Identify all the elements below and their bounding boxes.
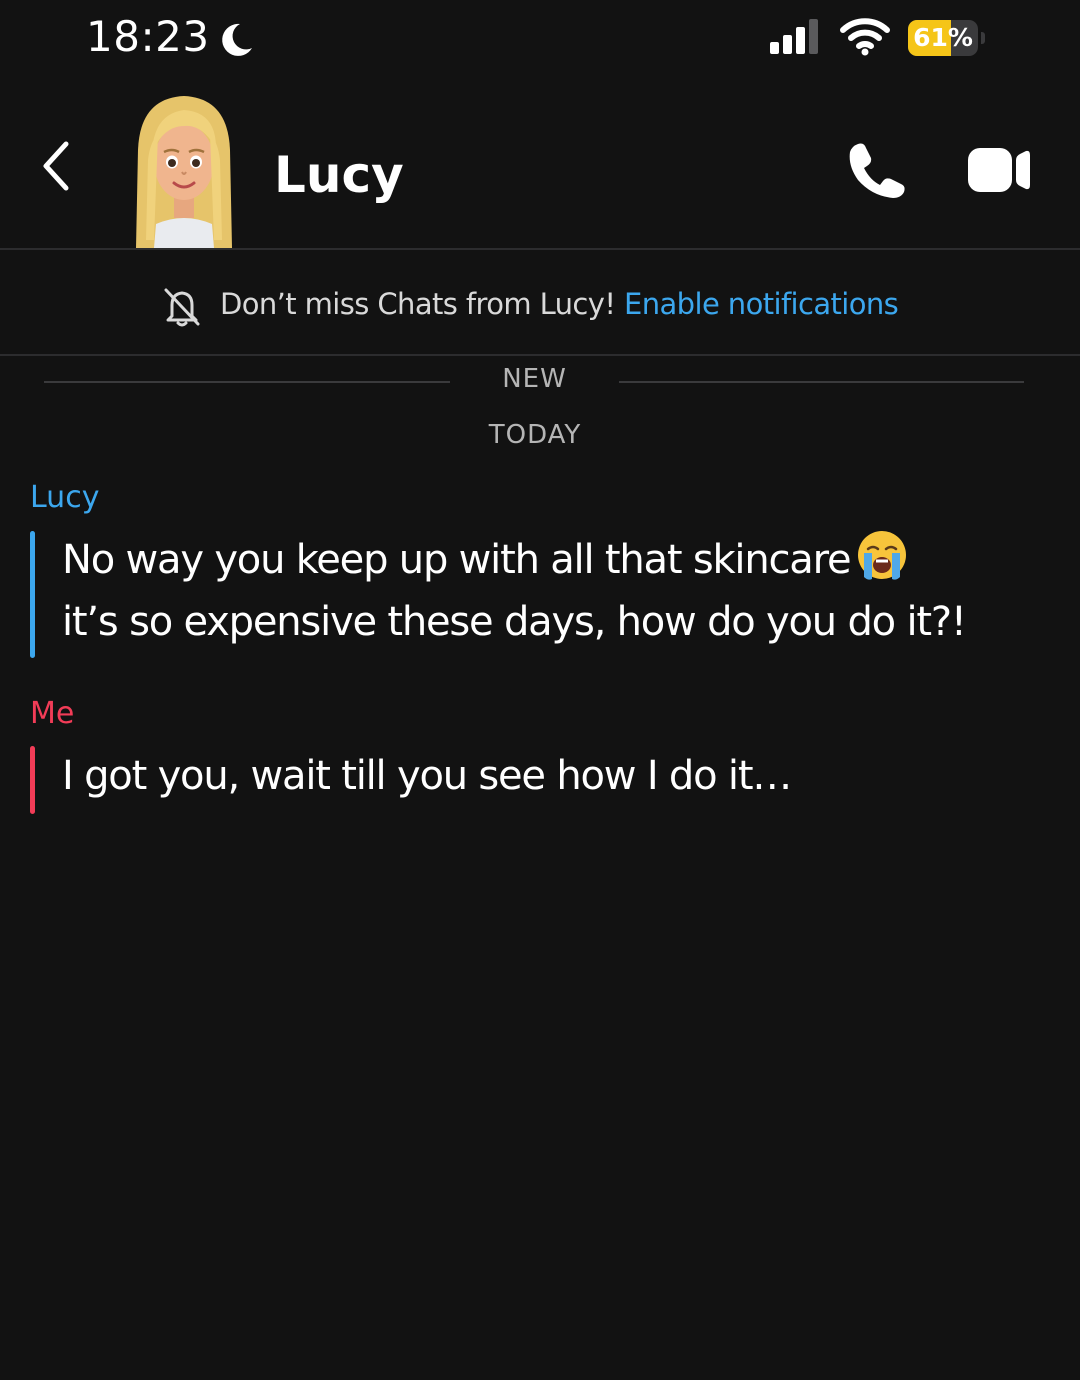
message-accent-bar bbox=[30, 746, 35, 814]
chat-header: Lucy bbox=[0, 80, 1080, 250]
divider-line-left bbox=[44, 381, 450, 383]
sender-name-lucy: Lucy bbox=[30, 480, 100, 515]
moon-icon bbox=[222, 23, 252, 56]
wifi-icon bbox=[840, 18, 890, 56]
message-line: it’s so expensive these days, how do you… bbox=[62, 599, 967, 645]
video-camera-icon[interactable] bbox=[966, 144, 1032, 196]
new-label: NEW bbox=[502, 364, 567, 394]
phone-icon[interactable] bbox=[846, 140, 908, 200]
date-label: TODAY bbox=[488, 420, 582, 450]
bell-off-icon bbox=[164, 288, 200, 327]
battery-body: 61% bbox=[908, 20, 978, 56]
message-line: No way you keep up with all that skincar… bbox=[62, 529, 966, 591]
enable-notifications-link[interactable]: Enable notifications bbox=[624, 287, 899, 321]
message-line: I got you, wait till you see how I do it… bbox=[62, 753, 792, 799]
contact-name[interactable]: Lucy bbox=[274, 146, 404, 204]
battery-cap bbox=[981, 32, 985, 44]
battery-icon: 61% bbox=[908, 20, 986, 56]
avatar[interactable] bbox=[124, 90, 244, 248]
divider-line-right bbox=[619, 381, 1024, 383]
message-line-text: No way you keep up with all that skincar… bbox=[62, 537, 852, 583]
notification-message: Don’t miss Chats from Lucy! bbox=[220, 287, 616, 321]
message-accent-bar bbox=[30, 531, 35, 658]
back-button[interactable] bbox=[32, 136, 82, 196]
status-time: 18:23 bbox=[86, 12, 210, 61]
notification-text: Don’t miss Chats from Lucy! Enable notif… bbox=[220, 287, 899, 321]
status-bar: 18:23 61% bbox=[0, 0, 1080, 80]
message-text[interactable]: I got you, wait till you see how I do it… bbox=[62, 745, 792, 807]
message-text[interactable]: No way you keep up with all that skincar… bbox=[62, 529, 967, 653]
notification-banner: Don’t miss Chats from Lucy! Enable notif… bbox=[0, 250, 1080, 356]
loudly-crying-face-icon bbox=[858, 531, 907, 580]
signal-icon bbox=[770, 19, 818, 54]
battery-percent: 61% bbox=[913, 23, 973, 52]
sender-name-me: Me bbox=[30, 696, 75, 731]
new-messages-divider: NEW bbox=[44, 362, 1024, 402]
